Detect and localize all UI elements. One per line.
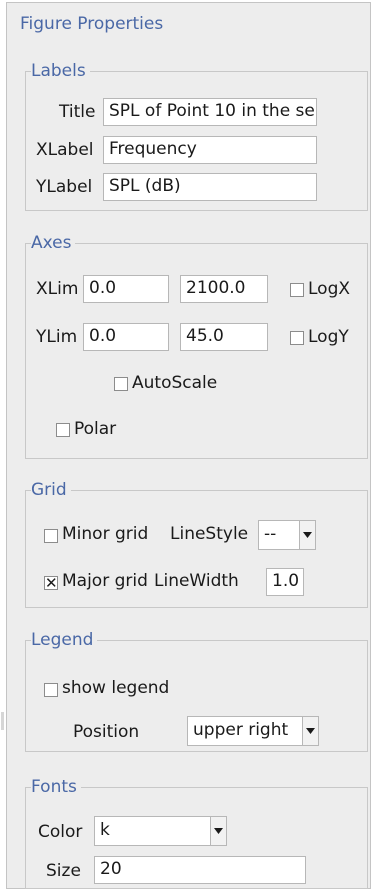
- logy-checkbox[interactable]: [290, 331, 304, 345]
- show-legend-checkbox[interactable]: [44, 683, 58, 697]
- axes-group-title: Axes: [31, 233, 76, 253]
- position-value: upper right: [193, 720, 289, 740]
- xlabel-input[interactable]: Frequency: [103, 136, 317, 164]
- color-dropdown-button[interactable]: [210, 817, 226, 845]
- linewidth-input[interactable]: 1.0: [266, 568, 304, 596]
- polar-checkbox[interactable]: [56, 423, 70, 437]
- linestyle-select[interactable]: --: [258, 520, 316, 550]
- grid-group-title: Grid: [31, 480, 71, 500]
- position-select[interactable]: upper right: [187, 716, 319, 746]
- ylim-min-input[interactable]: 0.0: [83, 323, 169, 351]
- ylim-label: YLim: [36, 327, 78, 347]
- linewidth-label: LineWidth: [154, 571, 239, 591]
- color-select[interactable]: k: [94, 816, 227, 846]
- title-input[interactable]: SPL of Point 10 in the se: [103, 98, 317, 126]
- logx-checkbox[interactable]: [290, 283, 304, 297]
- show-legend-label: show legend: [62, 678, 170, 698]
- xlim-max-input[interactable]: 2100.0: [180, 275, 268, 303]
- axes-group: Axes XLim 0.0 2100.0 LogX YLim 0.0 45.0 …: [25, 233, 368, 459]
- autoscale-checkbox[interactable]: [114, 377, 128, 391]
- ylim-max-input[interactable]: 45.0: [180, 323, 268, 351]
- size-input[interactable]: 20: [94, 856, 306, 884]
- title-label: Title: [59, 102, 96, 122]
- logx-label: LogX: [308, 279, 351, 299]
- grid-group: Grid Minor grid LineStyle -- ✕ Major gri…: [25, 480, 368, 608]
- legend-group: Legend show legend Position upper right: [25, 630, 368, 752]
- size-label: Size: [46, 861, 81, 881]
- linestyle-value: --: [264, 524, 277, 544]
- figure-properties-panel: Figure Properties Labels Title SPL of Po…: [6, 2, 371, 889]
- check-mark-icon: ✕: [45, 574, 58, 592]
- chevron-down-icon: [214, 828, 223, 834]
- major-grid-checkbox[interactable]: ✕: [44, 574, 58, 592]
- chevron-down-icon: [306, 728, 315, 734]
- linestyle-label: LineStyle: [170, 524, 249, 544]
- resize-handle[interactable]: [1, 712, 4, 730]
- major-grid-label: Major grid: [62, 571, 148, 591]
- panel-title: Figure Properties: [20, 14, 164, 34]
- ylabel-input[interactable]: SPL (dB): [103, 173, 317, 201]
- fonts-group-title: Fonts: [31, 777, 81, 797]
- labels-group: Labels Title SPL of Point 10 in the se X…: [25, 61, 368, 211]
- xlim-label: XLim: [36, 279, 79, 299]
- legend-group-title: Legend: [31, 630, 98, 650]
- minor-grid-label: Minor grid: [62, 524, 149, 544]
- labels-group-title: Labels: [31, 61, 90, 81]
- linestyle-dropdown-button[interactable]: [299, 521, 315, 549]
- autoscale-label: AutoScale: [132, 373, 218, 393]
- color-label: Color: [38, 822, 83, 842]
- xlim-min-input[interactable]: 0.0: [83, 275, 169, 303]
- chevron-down-icon: [303, 532, 312, 538]
- minor-grid-checkbox[interactable]: [44, 529, 58, 543]
- xlabel-label: XLabel: [36, 140, 94, 160]
- ylabel-label: YLabel: [36, 177, 93, 197]
- position-label: Position: [73, 722, 140, 742]
- polar-label: Polar: [74, 419, 117, 439]
- logy-label: LogY: [308, 327, 349, 347]
- color-value: k: [100, 820, 110, 840]
- fonts-group: Fonts Color k Size 20: [25, 777, 368, 889]
- position-dropdown-button[interactable]: [302, 717, 318, 745]
